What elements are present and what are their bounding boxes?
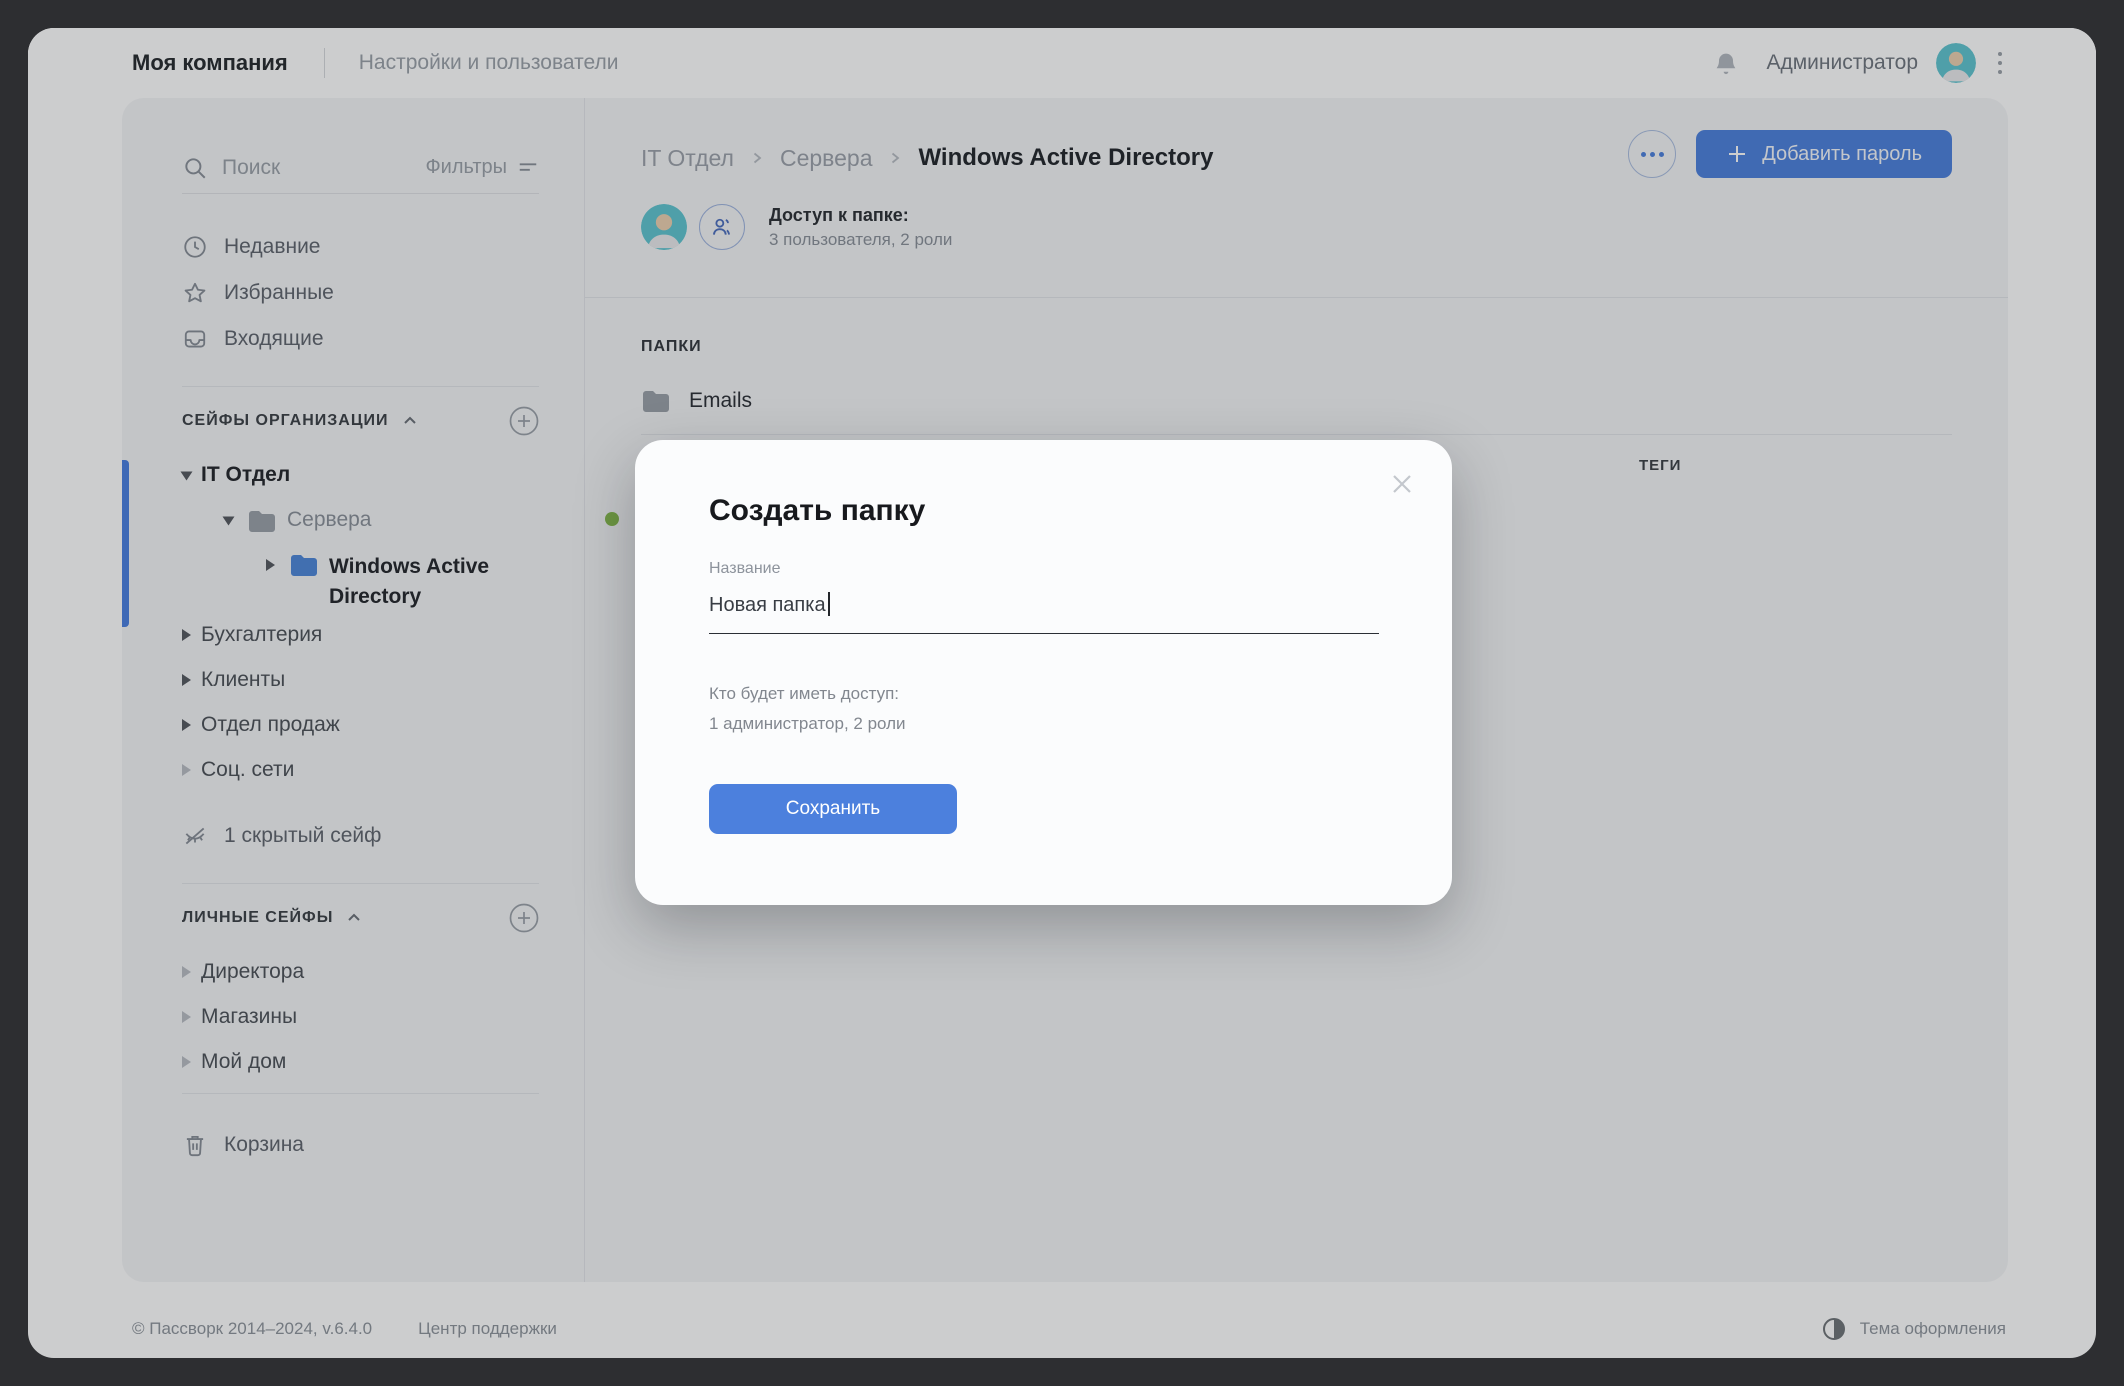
- modal-title: Создать папку: [709, 494, 925, 528]
- app-screenshot: Моя компания Настройки и пользователи Ад…: [0, 0, 2124, 1386]
- modal-access-value: 1 администратор, 2 роли: [709, 714, 906, 734]
- name-input[interactable]: Новая папка: [709, 592, 1379, 634]
- modal-access-label: Кто будет иметь доступ:: [709, 684, 899, 704]
- close-icon[interactable]: [1386, 468, 1418, 500]
- text-caret: [828, 592, 830, 616]
- name-field-label: Название: [709, 560, 781, 578]
- save-button[interactable]: Сохранить: [709, 784, 957, 834]
- create-folder-modal: Создать папку Название Новая папка Кто б…: [635, 440, 1452, 905]
- save-button-label: Сохранить: [786, 798, 880, 820]
- name-input-value: Новая папка: [709, 594, 826, 616]
